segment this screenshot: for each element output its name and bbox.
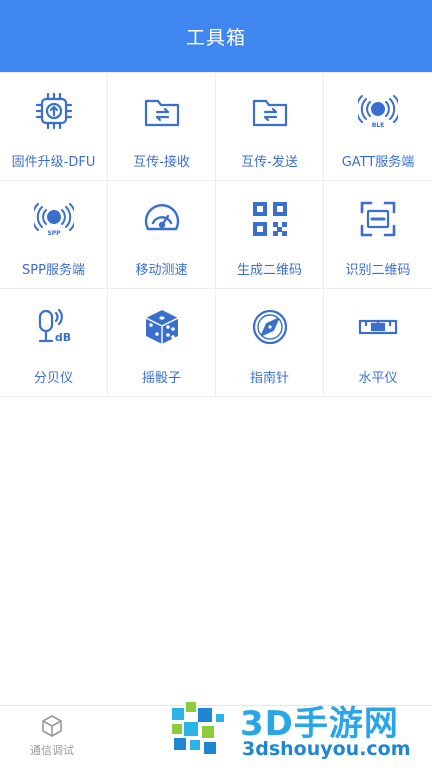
tool-label: 移动测速 [135,263,188,278]
tool-label: SPP服务端 [22,263,85,278]
microphone-db-icon: dB [34,307,74,347]
tool-label: 互传-接收 [133,155,190,170]
qr-scan-icon [358,199,398,239]
tool-label: 识别二维码 [345,263,411,278]
svg-text:BLE: BLE [372,122,385,129]
spirit-level-icon [358,307,398,347]
tool-label: GATT服务端 [341,155,415,170]
tool-spp-server[interactable]: SPP SPP服务端 [0,181,108,289]
tool-transfer-receive[interactable]: 互传-接收 [108,73,216,181]
tool-label: 指南针 [249,371,289,386]
compass-icon [250,307,290,347]
qr-code-icon [250,199,290,239]
chip-upload-icon [34,91,74,131]
tool-firmware-dfu[interactable]: 固件升级-DFU [0,73,108,181]
tab-communication-debug[interactable]: 通信调试 [20,714,84,758]
tool-gatt-server[interactable]: BLE GATT服务端 [324,73,432,181]
dice-icon [142,307,182,347]
app-header: 工具箱 [0,0,432,72]
folder-receive-icon [142,91,182,131]
site-watermark: 3D手游网 3dshouyou.com [168,698,428,766]
tool-grid: 固件升级-DFU 互传-接收 互传-发送 BLE GATT服务端 SPP SPP… [0,72,432,397]
tool-label: 生成二维码 [236,263,302,278]
tool-label: 摇骰子 [141,371,181,386]
tool-decibel-meter[interactable]: dB 分贝仪 [0,289,108,397]
tool-speed-test[interactable]: 移动测速 [108,181,216,289]
tab-label: 通信调试 [30,744,74,757]
watermark-logo-icon [172,702,224,754]
tool-scan-qr[interactable]: 识别二维码 [324,181,432,289]
cube-icon [42,715,62,737]
page-title: 工具箱 [185,26,246,49]
speedometer-icon [142,199,182,239]
tool-transfer-send[interactable]: 互传-发送 [216,73,324,181]
spp-signal-icon: SPP [33,199,74,239]
watermark-site: 3dshouyou.com [242,738,411,760]
tool-spirit-level[interactable]: 水平仪 [324,289,432,397]
ble-signal-icon: BLE [358,91,398,131]
folder-send-icon [250,91,290,131]
tool-compass[interactable]: 指南针 [216,289,324,397]
svg-text:SPP: SPP [47,230,61,237]
tool-generate-qr[interactable]: 生成二维码 [216,181,324,289]
tool-label: 固件升级-DFU [11,155,96,170]
tool-label: 分贝仪 [33,371,73,386]
tool-label: 水平仪 [358,371,398,386]
svg-text:dB: dB [54,331,70,344]
tool-roll-dice[interactable]: 摇骰子 [108,289,216,397]
tool-label: 互传-发送 [241,155,298,170]
